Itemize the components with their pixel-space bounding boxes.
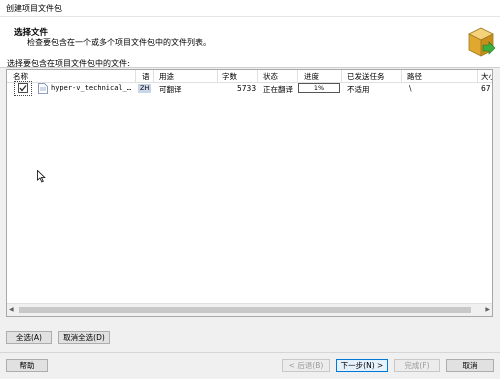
horizontal-scrollbar[interactable]: ◀ ▶	[7, 303, 492, 316]
column-path[interactable]: 路径	[407, 71, 422, 82]
file-size: 67	[481, 84, 491, 93]
deselect-all-button[interactable]: 取消全选(D)	[58, 331, 110, 344]
page-description: 检查要包含在一个或多个项目文件包中的文件列表。	[27, 38, 211, 47]
next-button[interactable]: 下一步(N) >	[336, 359, 388, 372]
scroll-right-icon[interactable]: ▶	[485, 306, 490, 313]
file-word-count: 5733	[237, 84, 257, 93]
column-size[interactable]: 大小	[481, 71, 492, 82]
column-status[interactable]: 状态	[263, 71, 278, 82]
row-checkbox[interactable]	[18, 83, 28, 93]
column-language[interactable]: 语	[142, 71, 150, 82]
file-sent-tasks: 不适用	[347, 85, 370, 94]
window-title: 创建项目文件包	[6, 4, 62, 13]
scrollbar-thumb[interactable]	[19, 307, 471, 313]
column-progress[interactable]: 进度	[304, 71, 319, 82]
file-list[interactable]: 名称 语 用途 字数 状态 进度 已发送任务 路径 大小 hyper-v_tec…	[6, 69, 493, 317]
language-badge: ZH	[138, 84, 152, 93]
file-name: hyper-v_technical_…	[51, 84, 132, 92]
help-button[interactable]: 帮助	[6, 359, 48, 372]
file-usage: 可翻译	[159, 85, 182, 94]
column-sent-tasks[interactable]: 已发送任务	[347, 71, 385, 82]
window-titlebar: 创建项目文件包	[0, 0, 500, 17]
column-words[interactable]: 字数	[222, 71, 237, 82]
file-path: \	[409, 84, 412, 93]
check-icon	[19, 85, 27, 92]
select-all-button[interactable]: 全选(A)	[6, 331, 52, 344]
scroll-left-icon[interactable]: ◀	[9, 306, 14, 313]
cancel-button[interactable]: 取消	[446, 359, 494, 372]
finish-button[interactable]: 完成(F)	[394, 359, 440, 372]
column-usage[interactable]: 用途	[159, 71, 174, 82]
file-status: 正在翻译	[263, 85, 293, 94]
file-list-label: 选择要包含在项目文件包中的文件:	[7, 59, 130, 68]
package-icon	[468, 27, 496, 57]
file-progress: 1%	[298, 83, 340, 93]
table-row[interactable]: hyper-v_technical_… ZH 可翻译 5733 正在翻译 1% …	[7, 81, 492, 96]
mouse-cursor-icon	[37, 170, 46, 183]
footer-divider	[0, 352, 500, 353]
back-button[interactable]: < 后退(B)	[282, 359, 330, 372]
file-icon	[38, 83, 48, 94]
